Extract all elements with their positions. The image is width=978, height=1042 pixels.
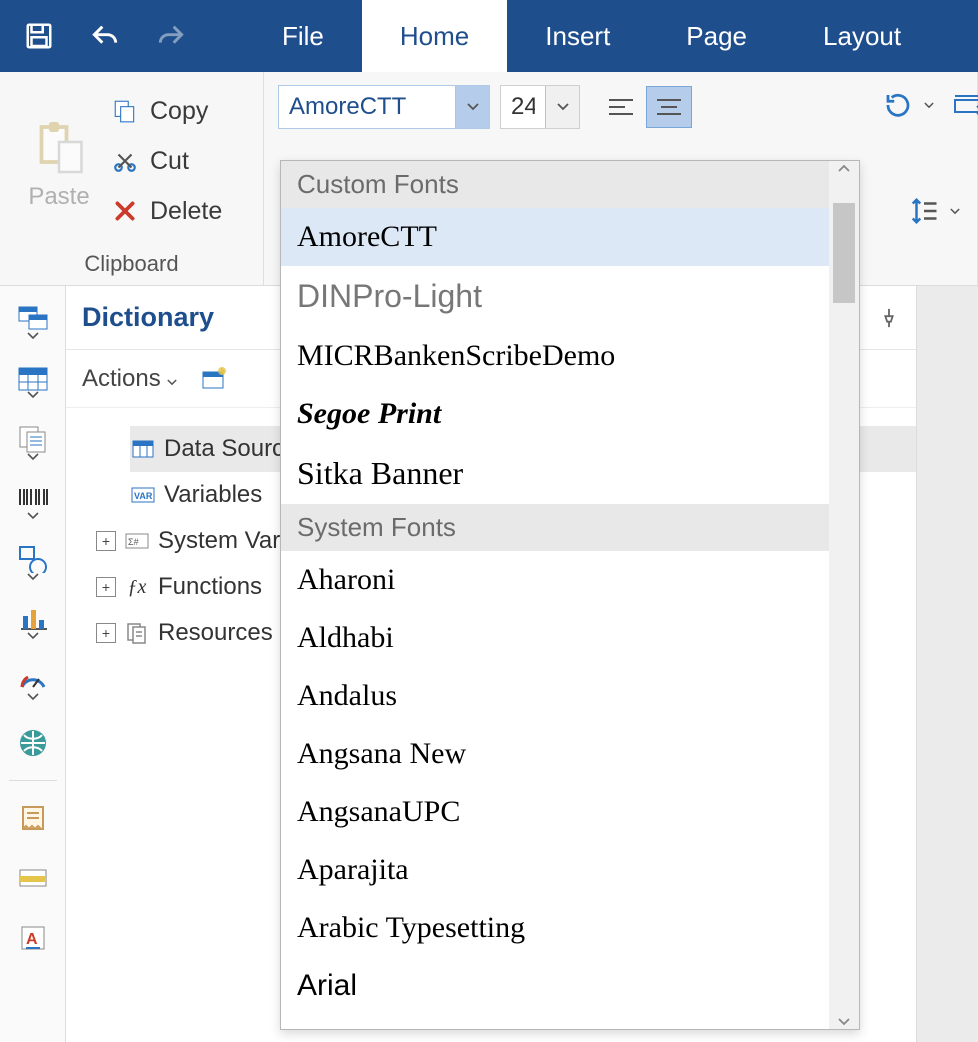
clipboard-caption: Clipboard (0, 249, 263, 285)
svg-text:A: A (26, 931, 38, 948)
actions-label: Actions (82, 365, 161, 392)
font-group-custom-header: Custom Fonts (281, 161, 829, 208)
delete-label: Delete (150, 197, 222, 226)
font-option[interactable]: Aldhabi (281, 609, 829, 667)
font-option[interactable]: Arial (281, 957, 829, 1015)
tab-file[interactable]: File (244, 0, 362, 72)
font-size-input[interactable] (501, 86, 545, 128)
canvas-edge-ruler (916, 286, 978, 1042)
expander-icon[interactable]: + (96, 531, 116, 551)
tool-chart-icon[interactable] (6, 594, 60, 652)
title-bar: File Home Insert Page Layout (0, 0, 978, 72)
tree-label: Variables (164, 481, 262, 509)
ribbon-right-rail (888, 72, 978, 285)
paste-button[interactable]: Paste (8, 78, 110, 249)
tool-richtext-icon[interactable]: A (6, 909, 60, 967)
font-dropdown-scrollbar[interactable] (829, 161, 859, 1029)
quick-access-toolbar (0, 0, 210, 72)
functions-icon: ƒx (124, 576, 150, 599)
tab-layout[interactable]: Layout (785, 0, 939, 72)
font-option[interactable]: Aharoni (281, 551, 829, 609)
svg-text:Σ#: Σ# (128, 537, 139, 547)
text-align-group (598, 86, 692, 128)
pin-icon[interactable] (878, 307, 900, 329)
align-left-button[interactable] (598, 86, 644, 128)
ribbon-tabs: File Home Insert Page Layout (244, 0, 978, 72)
font-option[interactable]: AngsanaUPC (281, 783, 829, 841)
copy-icon (110, 98, 140, 124)
paste-label: Paste (28, 183, 89, 211)
resources-icon (124, 622, 150, 644)
font-size-dropdown-button[interactable] (545, 86, 579, 128)
scrollbar-thumb[interactable] (833, 203, 855, 303)
font-option[interactable]: Aparajita (281, 841, 829, 899)
svg-text:VAR: VAR (134, 491, 153, 501)
tool-banner-icon[interactable] (6, 849, 60, 907)
line-spacing-button[interactable] (904, 192, 944, 230)
variables-icon: VAR (130, 487, 156, 503)
font-option[interactable]: MICRBankenScribeDemo (281, 327, 829, 385)
delete-button[interactable]: Delete (110, 186, 222, 236)
tool-panels-icon[interactable] (6, 294, 60, 352)
font-dropdown-list[interactable]: Custom Fonts AmoreCTT DINPro-Light MICRB… (280, 160, 860, 1030)
save-icon[interactable] (22, 19, 56, 53)
align-center-button[interactable] (646, 86, 692, 128)
font-option[interactable]: Arabic Typesetting (281, 899, 829, 957)
tree-label: Resources (158, 619, 273, 647)
expander-icon[interactable]: + (96, 577, 116, 597)
font-name-dropdown-button[interactable] (455, 86, 489, 128)
font-name-combo[interactable] (278, 85, 490, 129)
font-group-system-header: System Fonts (281, 504, 829, 551)
font-option[interactable]: DINPro-Light (281, 266, 829, 327)
tool-globe-icon[interactable] (6, 714, 60, 772)
cut-icon (110, 148, 140, 174)
copy-button[interactable]: Copy (110, 86, 222, 136)
data-source-icon (130, 440, 156, 458)
tool-table-icon[interactable] (6, 354, 60, 412)
new-item-icon[interactable] (199, 366, 227, 392)
cut-label: Cut (150, 147, 189, 176)
tab-insert[interactable]: Insert (507, 0, 648, 72)
font-option[interactable]: Andalus (281, 667, 829, 725)
tool-barcode-icon[interactable] (6, 474, 60, 532)
tool-documents-icon[interactable] (6, 414, 60, 472)
sysvar-icon: Σ# (124, 533, 150, 549)
tab-page[interactable]: Page (648, 0, 785, 72)
actions-dropdown[interactable]: Actions (82, 365, 177, 393)
font-option[interactable]: Segoe Print (281, 385, 829, 443)
undo-icon[interactable] (88, 19, 122, 53)
rotate-button[interactable] (878, 86, 918, 124)
line-spacing-dropdown-icon[interactable] (948, 208, 962, 215)
tab-home[interactable]: Home (362, 0, 507, 72)
font-option[interactable]: Angsana New (281, 725, 829, 783)
dictionary-title: Dictionary (82, 302, 214, 333)
copy-label: Copy (150, 97, 208, 126)
font-option[interactable]: AmoreCTT (281, 208, 829, 266)
rotate-dropdown-icon[interactable] (922, 102, 936, 109)
tool-shapes-icon[interactable] (6, 534, 60, 592)
redo-icon[interactable] (154, 19, 188, 53)
cut-button[interactable]: Cut (110, 136, 222, 186)
ribbon-group-clipboard: Paste Copy Cut (0, 72, 264, 285)
tree-label: Functions (158, 573, 262, 601)
tool-strip: A (0, 286, 66, 1042)
tool-gauge-icon[interactable] (6, 654, 60, 712)
delete-icon (110, 198, 140, 224)
font-option[interactable]: Sitka Banner (281, 443, 829, 504)
container-button[interactable] (948, 86, 978, 124)
tool-receipt-icon[interactable] (6, 789, 60, 847)
font-option[interactable]: Arial Black (281, 1015, 829, 1029)
font-size-combo[interactable] (500, 85, 580, 129)
font-name-input[interactable] (279, 86, 455, 128)
expander-icon[interactable]: + (96, 623, 116, 643)
